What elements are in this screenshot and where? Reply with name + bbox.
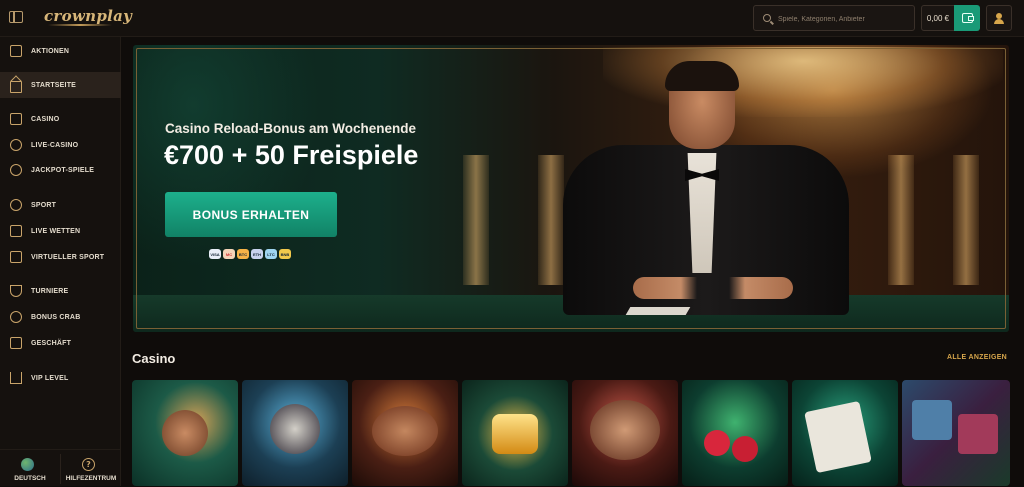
sidebar-item-virtueller-sport[interactable]: VIRTUELLER SPORT	[0, 244, 121, 270]
get-bonus-button[interactable]: BONUS ERHALTEN	[165, 192, 337, 237]
help-label: HILFEZENTRUM	[65, 475, 117, 482]
visa-icon: VISA	[209, 249, 221, 259]
language-selector[interactable]: DEUTSCH	[0, 450, 60, 487]
game-tile[interactable]	[242, 380, 348, 486]
slot-machine-icon	[10, 113, 22, 125]
game-tile[interactable]	[792, 380, 898, 486]
crown-icon	[10, 372, 22, 384]
game-art	[704, 430, 730, 456]
decor-pillar	[888, 155, 914, 285]
sidebar-item-turniere[interactable]: TURNIERE	[0, 278, 121, 304]
search-box[interactable]	[753, 5, 915, 31]
help-icon: ?	[82, 458, 95, 471]
game-art	[958, 414, 998, 454]
sidebar-item-label: JACKPOT-SPIELE	[31, 166, 95, 174]
sidebar: AKTIONEN STARTSEITE CASINO LIVE-CASINO J…	[0, 37, 121, 486]
game-art	[804, 400, 872, 474]
view-all-link[interactable]: ALLE ANZEIGEN	[947, 354, 1007, 361]
bnb-icon: BNB	[279, 249, 291, 259]
sidebar-item-casino[interactable]: CASINO	[0, 106, 121, 132]
live-bets-icon	[10, 225, 22, 237]
mastercard-icon: MC	[223, 249, 235, 259]
litecoin-icon: LTC	[265, 249, 277, 259]
game-art	[732, 436, 758, 462]
game-art	[270, 404, 320, 454]
section-title: Casino	[132, 351, 176, 366]
globe-icon	[21, 458, 34, 471]
sidebar-item-label: BONUS CRAB	[31, 313, 81, 321]
game-tile[interactable]	[682, 380, 788, 486]
shop-icon	[10, 337, 22, 349]
game-art	[162, 410, 208, 456]
soccer-ball-icon	[10, 199, 22, 211]
game-tile[interactable]	[902, 380, 1010, 486]
game-tile[interactable]	[462, 380, 568, 486]
search-input[interactable]	[778, 11, 910, 27]
live-casino-icon	[10, 139, 22, 151]
balance-display: 0,00 €	[921, 5, 955, 31]
help-center-link[interactable]: ? HILFEZENTRUM	[61, 450, 121, 487]
sidebar-item-jackpot-spiele[interactable]: JACKPOT-SPIELE	[0, 157, 121, 183]
bonus-crab-icon	[10, 311, 22, 323]
game-art	[590, 400, 660, 460]
wallet-icon	[961, 13, 974, 23]
jackpot-icon	[10, 164, 22, 176]
sidebar-item-label: GESCHÄFT	[31, 339, 72, 347]
sidebar-item-label: LIVE-CASINO	[31, 141, 79, 149]
gamepad-icon	[10, 251, 22, 263]
game-tile[interactable]	[572, 380, 678, 486]
sidebar-item-bonus-crab[interactable]: BONUS CRAB	[0, 304, 121, 330]
sidebar-item-geschaeft[interactable]: GESCHÄFT	[0, 330, 121, 356]
promo-title: €700 + 50 Freispiele	[164, 140, 419, 170]
sidebar-item-label: SPORT	[31, 201, 57, 209]
decor-pillar	[953, 155, 979, 285]
sidebar-footer: DEUTSCH ? HILFEZENTRUM	[0, 449, 121, 486]
promo-subtitle: Casino Reload-Bonus am Wochenende	[165, 121, 417, 136]
sidebar-item-label: VIP LEVEL	[31, 374, 69, 382]
ethereum-icon: ETH	[251, 249, 263, 259]
language-label: DEUTSCH	[14, 475, 46, 482]
promo-banner[interactable]: Casino Reload-Bonus am Wochenende €700 +…	[133, 45, 1009, 332]
user-icon	[994, 12, 1004, 24]
game-tile[interactable]	[352, 380, 458, 486]
top-bar: crownplay 0,00 €	[0, 0, 1024, 37]
sidebar-item-label: TURNIERE	[31, 287, 69, 295]
dealer-hair	[665, 61, 739, 91]
sidebar-item-startseite[interactable]: STARTSEITE	[0, 72, 121, 98]
gift-icon	[10, 45, 22, 57]
bitcoin-icon: BTC	[237, 249, 249, 259]
dealer-hands	[633, 277, 793, 299]
sidebar-item-aktionen[interactable]: AKTIONEN	[0, 38, 121, 64]
sidebar-item-sport[interactable]: SPORT	[0, 192, 121, 218]
sidebar-item-vip-level[interactable]: VIP LEVEL	[0, 365, 121, 391]
cards-image	[625, 307, 691, 315]
sidebar-toggle-icon[interactable]	[9, 11, 23, 23]
deposit-button[interactable]	[954, 5, 980, 31]
game-tile[interactable]	[132, 380, 238, 486]
chandelier-image	[603, 47, 1003, 117]
decor-pillar	[538, 155, 564, 285]
trophy-icon	[10, 285, 22, 297]
decor-pillar	[463, 155, 489, 285]
sidebar-item-label: STARTSEITE	[31, 81, 77, 89]
search-icon	[763, 14, 771, 22]
sidebar-item-label: LIVE WETTEN	[31, 227, 81, 235]
logo-underline	[48, 24, 112, 26]
account-button[interactable]	[986, 5, 1012, 31]
game-art	[372, 406, 438, 456]
sidebar-item-live-casino[interactable]: LIVE-CASINO	[0, 132, 121, 158]
sidebar-item-label: AKTIONEN	[31, 47, 70, 55]
payment-methods: VISA MC BTC ETH LTC BNB	[209, 249, 291, 259]
sidebar-item-live-wetten[interactable]: LIVE WETTEN	[0, 218, 121, 244]
game-art	[912, 400, 952, 440]
logo[interactable]: crownplay	[44, 7, 132, 25]
sidebar-item-label: CASINO	[31, 115, 60, 123]
game-art	[492, 414, 538, 454]
sidebar-item-label: VIRTUELLER SPORT	[31, 253, 105, 261]
home-icon	[10, 81, 22, 93]
